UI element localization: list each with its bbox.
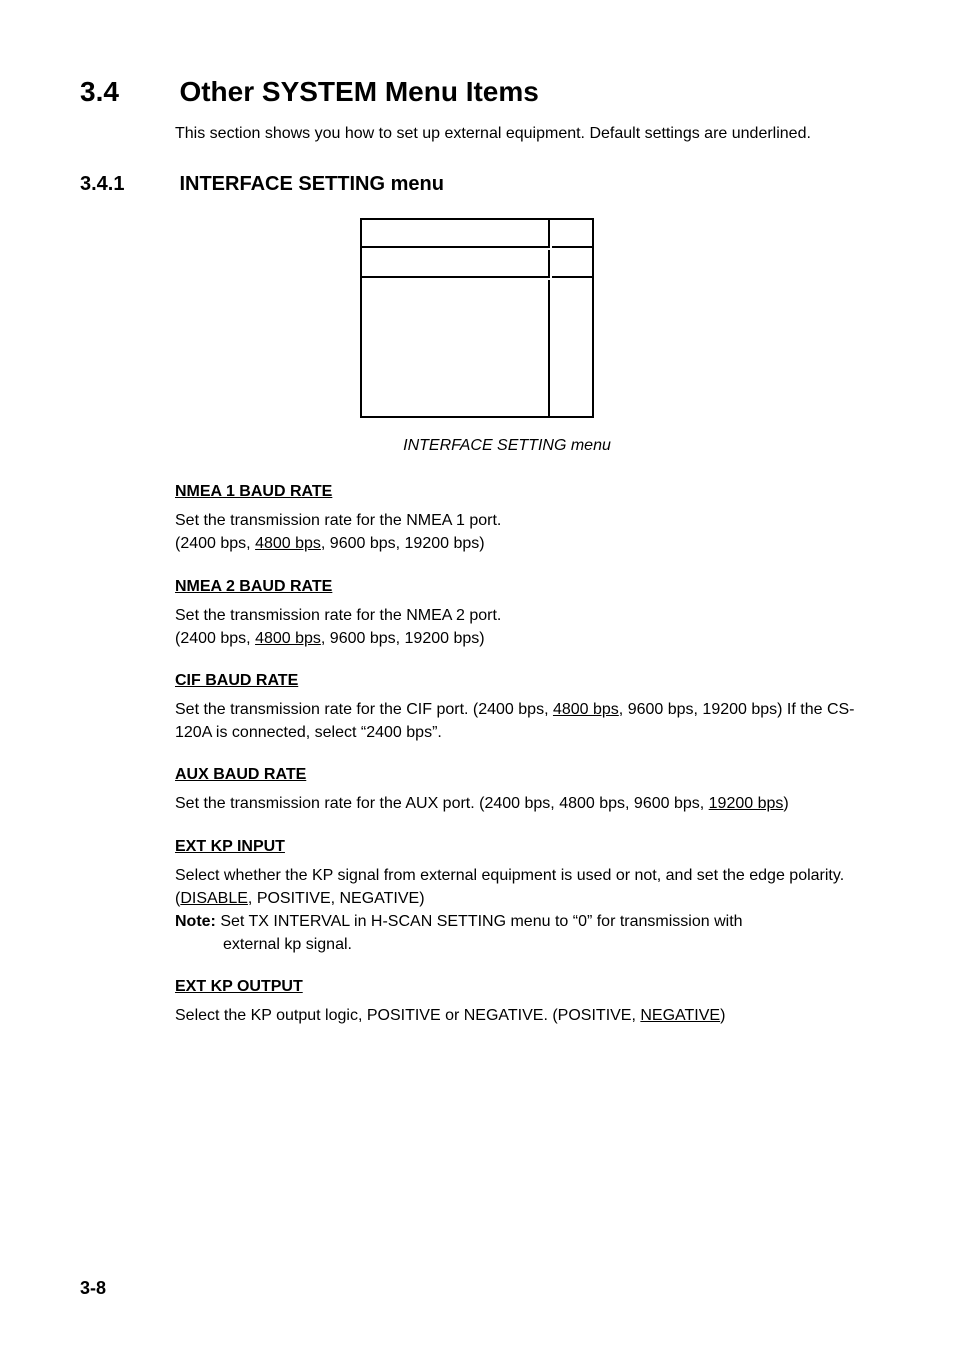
nmea2-default: 4800 bps xyxy=(255,630,321,647)
kpout-body: Select the KP output logic, POSITIVE or … xyxy=(175,1004,874,1027)
kpout-prefix: Select the KP output logic, POSITIVE or … xyxy=(175,1007,640,1024)
section-intro: This section shows you how to set up ext… xyxy=(175,122,874,145)
subsection-heading-row: 3.4.1 INTERFACE SETTING menu xyxy=(80,173,874,196)
figure-container: INTERFACE SETTING menu xyxy=(80,218,874,455)
aux-header: AUX BAUD RATE xyxy=(175,766,874,784)
figure-cell xyxy=(552,250,592,278)
figure-caption: INTERFACE SETTING menu xyxy=(140,437,874,455)
kpin-note-text: Set TX INTERVAL in H-SCAN SETTING menu t… xyxy=(216,913,743,930)
aux-default: 19200 bps xyxy=(709,795,784,812)
nmea1-line1: Set the transmission rate for the NMEA 1… xyxy=(175,512,501,529)
nmea2-suffix: , 9600 bps, 19200 bps) xyxy=(321,630,485,647)
nmea1-header: NMEA 1 BAUD RATE xyxy=(175,483,874,501)
cif-header: CIF BAUD RATE xyxy=(175,672,874,690)
subsection-number: 3.4.1 xyxy=(80,173,175,196)
kpin-default: DISABLE xyxy=(180,890,248,907)
cif-default: 4800 bps xyxy=(553,701,619,718)
section-title: Other SYSTEM Menu Items xyxy=(179,76,538,108)
section-number: 3.4 xyxy=(80,76,175,108)
aux-body: Set the transmission rate for the AUX po… xyxy=(175,792,874,815)
nmea2-header: NMEA 2 BAUD RATE xyxy=(175,578,874,596)
kpin-note-label: Note: xyxy=(175,913,216,930)
nmea2-line1: Set the transmission rate for the NMEA 2… xyxy=(175,607,501,624)
kpin-header: EXT KP INPUT xyxy=(175,838,874,856)
cif-body: Set the transmission rate for the CIF po… xyxy=(175,698,874,744)
figure-cell xyxy=(552,220,592,248)
interface-setting-menu-figure xyxy=(360,218,594,418)
kpin-body: Select whether the KP signal from extern… xyxy=(175,864,874,910)
figure-cell xyxy=(362,220,550,248)
kpout-default: NEGATIVE xyxy=(640,1007,720,1024)
nmea1-body: Set the transmission rate for the NMEA 1… xyxy=(175,509,874,555)
aux-prefix: Set the transmission rate for the AUX po… xyxy=(175,795,709,812)
kpout-header: EXT KP OUTPUT xyxy=(175,978,874,996)
aux-suffix: ) xyxy=(783,795,788,812)
kpin-note-cont: external kp signal. xyxy=(175,933,874,956)
content-block: NMEA 1 BAUD RATE Set the transmission ra… xyxy=(175,483,874,1027)
nmea1-default: 4800 bps xyxy=(255,535,321,552)
nmea2-prefix: (2400 bps, xyxy=(175,630,255,647)
nmea1-prefix: (2400 bps, xyxy=(175,535,255,552)
nmea1-suffix: , 9600 bps, 19200 bps) xyxy=(321,535,485,552)
figure-cell xyxy=(362,280,550,416)
nmea2-body: Set the transmission rate for the NMEA 2… xyxy=(175,604,874,650)
figure-cell xyxy=(362,250,550,278)
subsection-title: INTERFACE SETTING menu xyxy=(179,173,443,196)
kpin-note: Note: Set TX INTERVAL in H-SCAN SETTING … xyxy=(175,910,874,933)
cif-prefix: Set the transmission rate for the CIF po… xyxy=(175,701,553,718)
section-heading-row: 3.4 Other SYSTEM Menu Items xyxy=(80,76,874,108)
page-number: 3-8 xyxy=(80,1278,106,1299)
figure-cell xyxy=(552,280,592,416)
kpout-suffix: ) xyxy=(720,1007,725,1024)
kpin-suffix: , POSITIVE, NEGATIVE) xyxy=(248,890,425,907)
